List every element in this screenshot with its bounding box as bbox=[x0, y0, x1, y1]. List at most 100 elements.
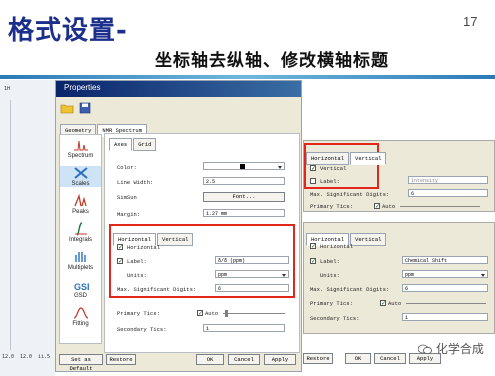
color-swatch bbox=[240, 164, 245, 169]
line-width-field[interactable]: 2.5 bbox=[203, 177, 285, 185]
primary-tics-slider[interactable] bbox=[400, 206, 480, 207]
units-label: Units: bbox=[320, 272, 340, 279]
cancel-button[interactable]: Cancel bbox=[374, 353, 406, 364]
nav-item-scales[interactable]: Scales bbox=[60, 166, 101, 187]
snippet-tabs: Horizontal Vertical bbox=[306, 147, 387, 165]
strip-label: 1H bbox=[4, 86, 11, 92]
secondary-tics-field[interactable]: 1 bbox=[203, 324, 285, 332]
ok-button[interactable]: OK bbox=[196, 354, 224, 365]
color-picker[interactable] bbox=[203, 162, 285, 170]
tab-vertical[interactable]: Vertical bbox=[350, 152, 387, 165]
nav-item-integrals[interactable]: Integrals bbox=[60, 222, 101, 243]
chevron-down-icon bbox=[481, 274, 485, 277]
horizontal-label: Horizontal bbox=[320, 243, 354, 250]
label-checkbox[interactable]: ✓ bbox=[117, 258, 123, 265]
font-name-label: SimSun bbox=[117, 194, 137, 201]
folder-icon[interactable] bbox=[60, 102, 74, 114]
chevron-down-icon bbox=[282, 274, 286, 277]
axes-panel: Axes Grid Color: Line Width: 2.5 SimSun F… bbox=[104, 133, 300, 353]
primary-tics-slider[interactable] bbox=[223, 310, 285, 317]
chevron-down-icon bbox=[278, 166, 282, 169]
restore-button[interactable]: Restore bbox=[106, 354, 136, 365]
slider-handle[interactable] bbox=[225, 310, 228, 317]
auto-checkbox[interactable]: ✓ bbox=[374, 203, 380, 210]
properties-dialog: Properties Geometry NMR Spectrum Spectrum… bbox=[55, 80, 302, 372]
gsd-icon: GSD bbox=[74, 282, 89, 292]
axis-label-field[interactable]: Chemical Shift bbox=[402, 256, 488, 264]
primary-tics-slider[interactable] bbox=[406, 303, 486, 304]
nav-label: Peaks bbox=[72, 209, 89, 215]
auto-checkbox[interactable]: ✓ bbox=[197, 310, 203, 317]
max-sig-digits-field[interactable]: 6 bbox=[408, 189, 488, 197]
margin-field[interactable]: 1.27 mm bbox=[203, 209, 285, 217]
nav-label: Scales bbox=[71, 181, 90, 187]
ok-button[interactable]: OK bbox=[345, 353, 371, 364]
save-icon[interactable] bbox=[78, 102, 92, 114]
auto-checkbox[interactable]: ✓ bbox=[380, 300, 386, 307]
secondary-tics-label: Secondary Tics: bbox=[117, 326, 167, 333]
main-tabs: Geometry NMR Spectrum bbox=[60, 119, 148, 137]
vertical-label: Vertical bbox=[320, 165, 347, 172]
axis-label-field[interactable]: δ/δ (ppm) bbox=[215, 256, 289, 264]
label-checkbox[interactable]: ✓ bbox=[310, 258, 316, 265]
nav-item-multiplets[interactable]: Multiplets bbox=[60, 250, 101, 271]
units-value: ppm bbox=[405, 272, 415, 278]
strip-tick: ii.5 bbox=[38, 354, 51, 360]
dialog-toolbar bbox=[56, 99, 301, 117]
secondary-tics-label: Secondary Tics: bbox=[310, 315, 360, 322]
nav-label: Integrals bbox=[68, 237, 92, 243]
max-sig-digits-field[interactable]: 6 bbox=[402, 284, 488, 292]
label-label: Label: bbox=[320, 178, 340, 185]
nav-label: Spectrum bbox=[67, 153, 94, 159]
line-width-label: Line Width: bbox=[117, 179, 154, 186]
nav-item-peaks[interactable]: Peaks bbox=[60, 194, 101, 215]
units-select[interactable]: ppm bbox=[215, 270, 289, 278]
auto-label: Auto bbox=[382, 203, 396, 210]
tab-grid[interactable]: Grid bbox=[133, 138, 157, 151]
max-sig-digits-field[interactable]: 6 bbox=[215, 284, 289, 292]
axis-label-field[interactable]: Intensity bbox=[408, 176, 488, 184]
nav-label: Multiplets bbox=[67, 265, 94, 271]
nav-item-spectrum[interactable]: Spectrum bbox=[60, 138, 101, 159]
fitting-icon bbox=[73, 307, 88, 319]
label-label: Label: bbox=[320, 258, 340, 265]
integrals-icon bbox=[74, 222, 87, 236]
dialog-titlebar: Properties bbox=[56, 81, 301, 97]
vertical-tab-snippet: Horizontal Vertical ✓ Vertical Label: Int… bbox=[303, 140, 495, 212]
max-sig-digits-label: Max. Significant Digits: bbox=[117, 286, 197, 293]
vertical-checkbox[interactable]: ✓ bbox=[310, 165, 316, 172]
primary-tics-label: Primary Tics: bbox=[117, 310, 160, 317]
tab-axes[interactable]: Axes bbox=[109, 138, 133, 151]
scales-icon bbox=[73, 167, 88, 179]
label-label: Label: bbox=[127, 258, 147, 265]
tab-horizontal[interactable]: Horizontal bbox=[306, 152, 350, 165]
auto-label: Auto bbox=[205, 310, 219, 317]
cancel-button[interactable]: Cancel bbox=[228, 354, 260, 365]
spectrum-strip: 1H 12.0 12.0 ii.5 bbox=[0, 80, 55, 376]
sub-tabs: Axes Grid bbox=[109, 133, 157, 151]
horizontal-checkbox[interactable]: ✓ bbox=[117, 244, 123, 251]
apply-button[interactable]: Apply bbox=[264, 354, 296, 365]
max-sig-digits-label: Max. Significant Digits: bbox=[310, 286, 390, 293]
multiplets-icon bbox=[74, 252, 86, 262]
units-label: Units: bbox=[127, 272, 147, 279]
nav-label: GSD bbox=[73, 293, 87, 299]
units-value: ppm bbox=[218, 272, 228, 278]
secondary-tics-field[interactable]: 1 bbox=[402, 313, 488, 321]
nav-item-gsd[interactable]: GSD GSD bbox=[60, 278, 101, 299]
max-sig-digits-label: Max. Significant Digits: bbox=[310, 191, 390, 198]
horizontal-checkbox[interactable]: ✓ bbox=[310, 243, 316, 250]
nav-label: Fitting bbox=[72, 321, 89, 327]
horizontal-axis-section: Horizontal Vertical ✓ Horizontal ✓ Label:… bbox=[109, 224, 295, 298]
label-checkbox[interactable] bbox=[310, 178, 316, 184]
tab-vertical[interactable]: Vertical bbox=[157, 233, 194, 246]
units-select[interactable]: ppm bbox=[402, 270, 488, 278]
nav-item-fitting[interactable]: Fitting bbox=[60, 306, 101, 327]
tab-vertical[interactable]: Vertical bbox=[350, 233, 387, 246]
font-button[interactable]: Font... bbox=[203, 192, 285, 202]
set-as-default-button[interactable]: Set as Default bbox=[59, 354, 103, 372]
restore-button[interactable]: Restore bbox=[303, 353, 333, 364]
margin-label: Margin: bbox=[117, 211, 141, 218]
slide-subtitle: 坐标轴去纵轴、修改横轴标题 bbox=[155, 51, 389, 71]
header-divider bbox=[0, 75, 495, 79]
